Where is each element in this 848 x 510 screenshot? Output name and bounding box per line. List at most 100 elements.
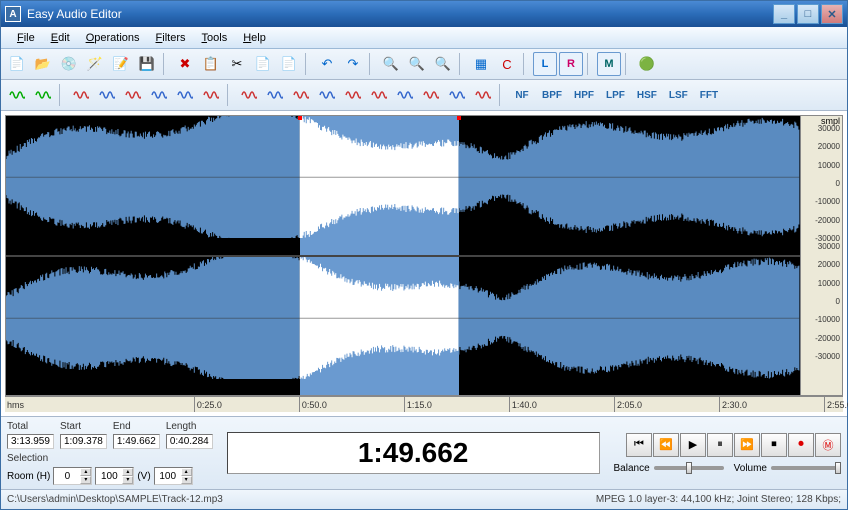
copy-icon[interactable]: 📋 (199, 52, 223, 76)
filter-hpf-button[interactable]: HPF (569, 84, 599, 106)
effect3-icon[interactable] (289, 83, 313, 107)
timeline-ruler[interactable]: hms 0:25.00:50.01:15.01:40.02:05.02:30.0… (5, 396, 843, 412)
filter-fft-button[interactable]: FFT (695, 84, 723, 106)
wizard-icon[interactable]: 🪄 (83, 52, 107, 76)
waveform-display[interactable]: smpl 3000020000100000-10000-20000-300003… (5, 115, 843, 396)
bottom-panel: Total Start End Length 3:13.959 1:09.378… (1, 416, 847, 489)
end-label: End (113, 421, 160, 432)
selection-label: Selection (7, 453, 54, 464)
left-channel-icon[interactable]: L (533, 52, 557, 76)
transport-record-button[interactable]: ⏺ (788, 433, 814, 457)
ruler-label: -30000 (815, 352, 840, 361)
echo-icon[interactable] (315, 83, 339, 107)
room-h-label: Room (H) (7, 471, 50, 482)
save-icon[interactable]: 💾 (135, 52, 159, 76)
effect10-icon[interactable] (471, 83, 495, 107)
transport-pause-button[interactable]: ⏸ (707, 433, 733, 457)
total-value: 3:13.959 (7, 434, 54, 449)
ruler-label: 20000 (818, 260, 840, 269)
ruler-label: 0 (836, 179, 840, 188)
ruler-label: 10000 (818, 279, 840, 288)
wave-red-icon[interactable] (69, 83, 93, 107)
effect5-icon[interactable] (341, 83, 365, 107)
paste-icon[interactable]: 📄 (251, 52, 275, 76)
length-label: Length (166, 421, 213, 432)
fade-out-icon[interactable] (147, 83, 171, 107)
undo-icon[interactable]: ↶ (315, 52, 339, 76)
ruler-label: 30000 (818, 124, 840, 133)
close-button[interactable]: ✕ (821, 4, 843, 24)
ruler-label: 10000 (818, 161, 840, 170)
zoom-fit-icon[interactable]: 🔍 (431, 52, 455, 76)
transport-stop-button[interactable]: ⏹ (761, 433, 787, 457)
cd-icon[interactable]: 💿 (57, 52, 81, 76)
timecode-display: 1:49.662 (227, 432, 600, 474)
timeline-tick: 1:15.0 (404, 397, 432, 412)
shift-left-icon[interactable] (199, 83, 223, 107)
trim-add-icon[interactable] (31, 83, 55, 107)
open-file-icon[interactable]: 📂 (31, 52, 55, 76)
volume-slider[interactable] (771, 466, 841, 470)
filter-lpf-button[interactable]: LPF (601, 84, 630, 106)
fade-in-icon[interactable] (121, 83, 145, 107)
c-icon[interactable]: C (495, 52, 519, 76)
delete-icon[interactable]: ✖ (173, 52, 197, 76)
transport-play-button[interactable]: ▶ (680, 433, 706, 457)
eq-icon[interactable]: ▦ (469, 52, 493, 76)
menu-edit[interactable]: Edit (43, 29, 78, 47)
trim-start-icon[interactable] (5, 83, 29, 107)
transport-rewind-button[interactable]: ⏪ (653, 433, 679, 457)
effect2-icon[interactable] (263, 83, 287, 107)
room-h2-spinner[interactable]: ▴▾ (95, 467, 134, 485)
transport-skip-start-button[interactable]: ⏮ (626, 433, 652, 457)
filter-bpf-button[interactable]: BPF (537, 84, 567, 106)
maximize-button[interactable]: □ (797, 4, 819, 24)
amplitude-ruler: smpl 3000020000100000-10000-20000-300003… (800, 116, 842, 395)
room-v-spinner[interactable]: ▴▾ (154, 467, 193, 485)
edit-icon[interactable]: 📝 (109, 52, 133, 76)
ruler-label: 0 (836, 297, 840, 306)
effect7-icon[interactable] (393, 83, 417, 107)
redo-icon[interactable]: ↷ (341, 52, 365, 76)
room-v-label: (V) (137, 471, 150, 482)
new-file-icon[interactable]: 📄 (5, 52, 29, 76)
menu-file[interactable]: File (9, 29, 43, 47)
m-icon[interactable]: M (597, 52, 621, 76)
paste-new-icon[interactable]: 📄 (277, 52, 301, 76)
timeline-tick: 2:30.0 (719, 397, 747, 412)
filter-hsf-button[interactable]: HSF (632, 84, 662, 106)
balance-slider[interactable] (654, 466, 724, 470)
waveform-channel-left[interactable] (6, 116, 800, 255)
menu-help[interactable]: Help (235, 29, 274, 47)
shift-right-icon[interactable] (173, 83, 197, 107)
titlebar: A Easy Audio Editor _ □ ✕ (1, 1, 847, 27)
transport-fast-forward-button[interactable]: ⏩ (734, 433, 760, 457)
start-value: 1:09.378 (60, 434, 107, 449)
status-filepath: C:\Users\admin\Desktop\SAMPLE\Track-12.m… (7, 494, 223, 505)
timeline-tick: 0:50.0 (299, 397, 327, 412)
effect6-icon[interactable] (367, 83, 391, 107)
zoom-out-icon[interactable]: 🔍 (405, 52, 429, 76)
waveform-area: smpl 3000020000100000-10000-20000-300003… (1, 111, 847, 416)
zoom-in-icon[interactable]: 🔍 (379, 52, 403, 76)
menu-operations[interactable]: Operations (78, 29, 148, 47)
menu-tools[interactable]: Tools (194, 29, 236, 47)
right-channel-icon[interactable]: R (559, 52, 583, 76)
room-h1-spinner[interactable]: ▴▾ (53, 467, 92, 485)
wave-blue-icon[interactable] (95, 83, 119, 107)
help-icon[interactable]: 🟢 (635, 52, 659, 76)
app-icon: A (5, 6, 21, 22)
effect9-icon[interactable] (445, 83, 469, 107)
ruler-label: -10000 (815, 197, 840, 206)
ruler-label: 30000 (818, 242, 840, 251)
cut-icon[interactable]: ✂ (225, 52, 249, 76)
effect8-icon[interactable] (419, 83, 443, 107)
waveform-channel-right[interactable] (6, 257, 800, 396)
transport-marker-button[interactable]: Ⓜ (815, 433, 841, 457)
filter-nf-button[interactable]: NF (509, 84, 535, 106)
effect1-icon[interactable] (237, 83, 261, 107)
menu-filters[interactable]: Filters (148, 29, 194, 47)
timeline-tick: 1:40.0 (509, 397, 537, 412)
filter-lsf-button[interactable]: LSF (664, 84, 693, 106)
minimize-button[interactable]: _ (773, 4, 795, 24)
